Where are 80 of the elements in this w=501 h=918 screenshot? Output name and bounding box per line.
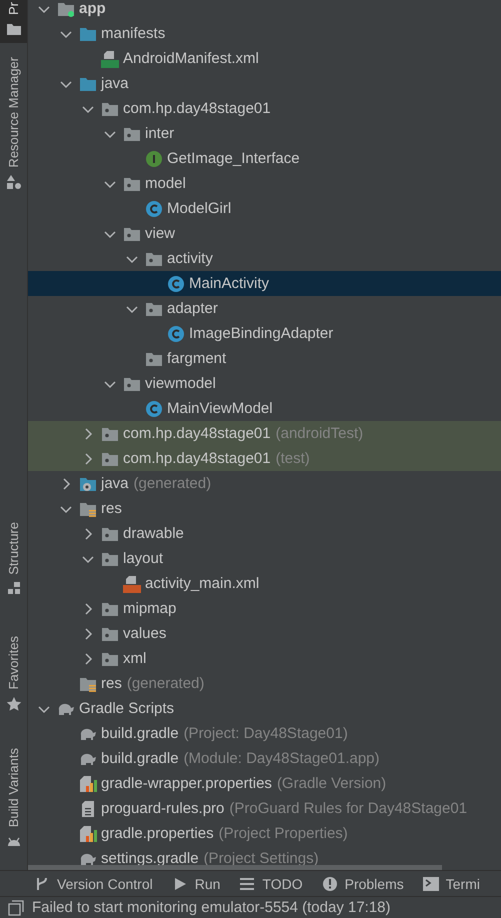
item-note: (generated) xyxy=(126,675,204,692)
item-name: res xyxy=(101,500,122,517)
side-tab[interactable]: Build Variants xyxy=(0,748,27,856)
item-name: ImageBindingAdapter xyxy=(189,325,334,342)
item-note: (Project Settings) xyxy=(204,850,319,867)
layout-file-icon xyxy=(123,574,141,592)
class-icon xyxy=(145,200,163,218)
item-note: (Module: Day48Stage01.app) xyxy=(184,750,380,767)
shapes-icon xyxy=(6,174,22,190)
item-name: res xyxy=(101,675,122,692)
item-name: build.gradle xyxy=(101,750,179,767)
item-name: view xyxy=(145,225,176,242)
tool-window-tab[interactable]: Run xyxy=(172,876,220,892)
item-note: (ProGuard Rules for Day48Stage01 xyxy=(229,800,468,817)
tool-window-tab[interactable]: Version Control xyxy=(34,876,153,892)
item-name: mipmap xyxy=(123,600,176,617)
side-tab[interactable]: Pr xyxy=(0,0,27,43)
properties-file-icon xyxy=(79,824,97,842)
item-name: build.gradle xyxy=(101,725,179,742)
item-name: ModelGirl xyxy=(167,200,232,217)
item-name: proguard-rules.pro xyxy=(101,800,224,817)
star-icon xyxy=(6,696,22,712)
item-name: adapter xyxy=(167,300,218,317)
item-name: fargment xyxy=(167,350,226,367)
item-name: com.hp.day48stage01 xyxy=(123,425,271,442)
item-note: (androidTest) xyxy=(276,425,364,442)
item-name: viewmodel xyxy=(145,375,216,392)
item-name: inter xyxy=(145,125,174,142)
interface-icon xyxy=(145,150,163,168)
item-name: com.hp.day48stage01 xyxy=(123,100,271,117)
item-note: (Project: Day48Stage01) xyxy=(184,725,348,742)
item-name: Gradle Scripts xyxy=(79,700,174,717)
manifest-file-icon xyxy=(101,50,119,68)
item-name: model xyxy=(145,175,186,192)
item-name: AndroidManifest.xml xyxy=(123,50,259,67)
tool-window-tab[interactable]: Termi xyxy=(422,876,480,892)
scrollbar[interactable] xyxy=(28,865,442,870)
item-name: gradle.properties xyxy=(101,825,214,842)
item-name: settings.gradle xyxy=(101,850,199,867)
tree-row[interactable]: com.hp.day48stage01 (test) xyxy=(28,446,501,471)
properties-file-icon xyxy=(79,774,97,792)
class-icon xyxy=(145,400,163,418)
module-folder-icon xyxy=(57,0,75,18)
tree-row[interactable]: com.hp.day48stage01 (androidTest) xyxy=(28,421,501,446)
item-note: (test) xyxy=(276,450,310,467)
item-name: activity xyxy=(167,250,213,267)
item-name: GetImage_Interface xyxy=(167,150,300,167)
item-name: xml xyxy=(123,650,146,667)
item-name: app xyxy=(79,0,106,17)
item-name: gradle-wrapper.properties xyxy=(101,775,272,792)
folder-icon xyxy=(6,21,22,37)
panel-toggle-icon[interactable] xyxy=(8,900,24,916)
branch-icon xyxy=(34,876,50,892)
class-icon xyxy=(167,324,185,342)
class-icon xyxy=(167,274,185,292)
item-name: values xyxy=(123,625,166,642)
item-note: (generated) xyxy=(134,475,212,492)
item-name: activity_main.xml xyxy=(145,575,260,592)
tool-window-tab[interactable]: TODO xyxy=(239,876,303,892)
structure-icon xyxy=(6,580,22,596)
warning-icon xyxy=(322,876,338,892)
side-tab[interactable]: Structure xyxy=(0,522,27,602)
item-name: java xyxy=(101,475,129,492)
item-name: layout xyxy=(123,550,164,567)
item-name: com.hp.day48stage01 xyxy=(123,450,271,467)
item-name: MainActivity xyxy=(189,275,270,292)
tree-row[interactable]: MainActivity xyxy=(28,271,501,296)
item-name: drawable xyxy=(123,525,184,542)
terminal-icon xyxy=(422,876,439,892)
status-message: Failed to start monitoring emulator-5554 (today 17:18) xyxy=(32,899,391,916)
item-note: (Gradle Version) xyxy=(276,775,386,792)
item-note: (Project Properties) xyxy=(218,825,348,842)
side-tab[interactable]: Resource Manager xyxy=(0,57,27,196)
item-name: MainViewModel xyxy=(167,400,273,417)
item-name: manifests xyxy=(101,25,166,42)
item-name: java xyxy=(101,75,129,92)
tool-window-tab[interactable]: Problems xyxy=(322,876,404,892)
text-file-icon xyxy=(79,800,97,818)
side-tab[interactable]: Favorites xyxy=(0,636,27,718)
list-icon xyxy=(239,876,256,892)
